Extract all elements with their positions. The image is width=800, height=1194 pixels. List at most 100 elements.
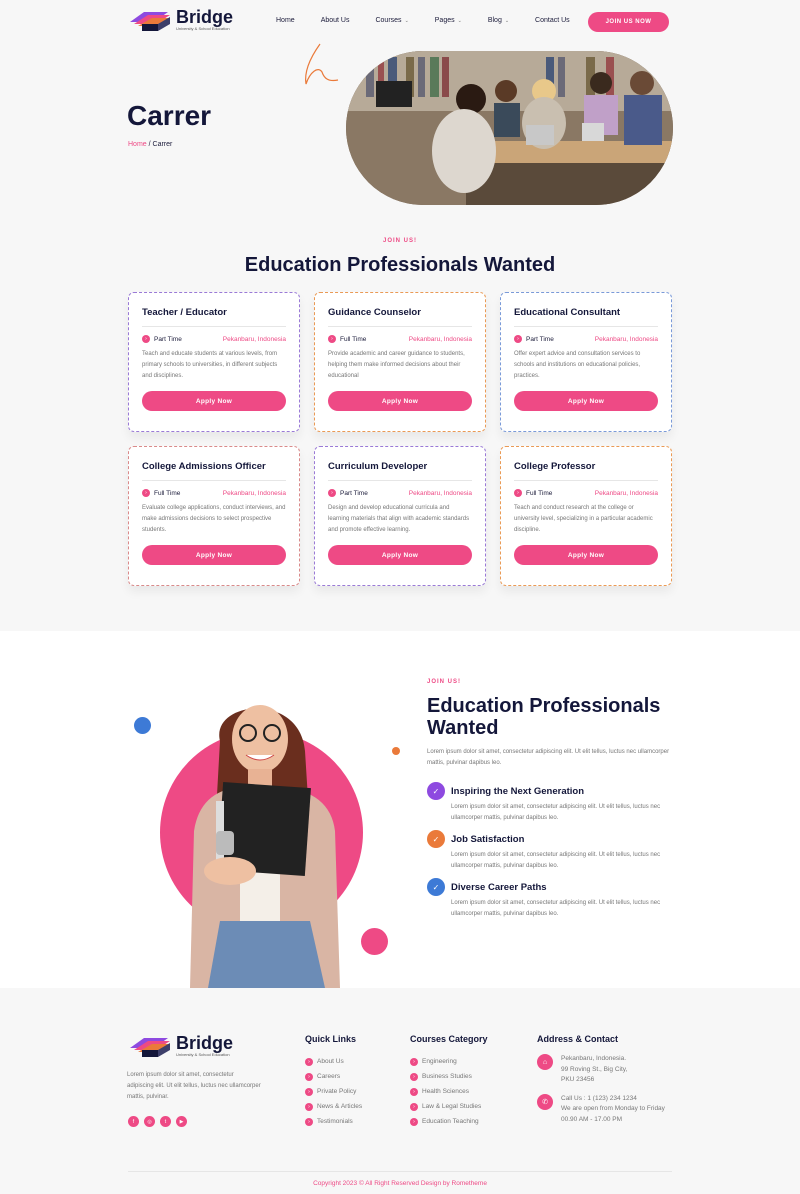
brand-tagline: University & School Education: [176, 1052, 230, 1057]
location-pin-icon: ⌂: [537, 1054, 553, 1070]
apply-now-button[interactable]: Apply Now: [142, 391, 286, 411]
feature-title: Diverse Career Paths: [451, 881, 547, 893]
apply-now-button[interactable]: Apply Now: [328, 545, 472, 565]
chevron-right-icon: ›: [305, 1117, 313, 1126]
breadcrumb: Home / Carrer: [128, 141, 172, 148]
footer-link[interactable]: › News & Articles: [305, 1099, 362, 1114]
job-location: Pekanbaru, Indonesia: [594, 489, 658, 497]
job-description: Provide academic and career guidance to …: [328, 351, 465, 379]
footer-link-label: Careers: [317, 1073, 341, 1080]
apply-now-button[interactable]: Apply Now: [514, 545, 658, 565]
chevron-right-icon: ›: [410, 1057, 418, 1066]
youtube-icon[interactable]: ▶: [176, 1116, 187, 1127]
breadcrumb-home[interactable]: Home: [128, 141, 147, 148]
footer-link[interactable]: › Testimonials: [305, 1114, 362, 1129]
footer-link[interactable]: › Law & Legal Studies: [410, 1099, 488, 1114]
squiggle-decoration-icon: [305, 43, 339, 85]
job-description: Design and develop educational curricula…: [328, 505, 470, 533]
footer-about-text: Lorem ipsum dolor sit amet, consectetur …: [127, 1072, 261, 1100]
chevron-right-icon: ›: [142, 335, 150, 343]
footer-link-label: Engineering: [422, 1058, 457, 1065]
contact-column: Address & Contact ⌂ Pekanbaru, Indonesia…: [537, 1034, 665, 1133]
apply-now-button[interactable]: Apply Now: [514, 391, 658, 411]
job-description: Offer expert advice and consultation ser…: [514, 351, 641, 379]
site-footer: Bridge University & School Education Lor…: [0, 988, 800, 1194]
about-text: Lorem ipsum dolor sit amet, consectetur …: [427, 749, 670, 766]
footer-logo[interactable]: Bridge University & School Education: [128, 1034, 233, 1058]
job-card: Teacher / Educator › Part Time Pekanbaru,…: [128, 292, 300, 432]
footer-link-label: News & Articles: [317, 1103, 363, 1110]
job-type: › Full Time: [142, 489, 180, 497]
nav-home[interactable]: Home: [276, 17, 295, 24]
instagram-icon[interactable]: ◎: [144, 1116, 155, 1127]
footer-link[interactable]: › About Us: [305, 1054, 362, 1069]
nav-contact[interactable]: Contact Us: [535, 17, 570, 24]
nav-about-label: About Us: [320, 17, 350, 24]
brand-logo[interactable]: Bridge University & School Education: [128, 8, 233, 32]
chevron-down-icon: ⌄: [457, 17, 462, 24]
check-circle-icon: ✓: [427, 878, 445, 896]
chevron-right-icon: ›: [410, 1117, 418, 1126]
chevron-down-icon: ⌄: [404, 17, 409, 24]
footer-link[interactable]: › Health Sciences: [410, 1084, 488, 1099]
apply-now-button[interactable]: Apply Now: [328, 391, 472, 411]
footer-link[interactable]: › Private Policy: [305, 1084, 362, 1099]
job-card: College Professor › Full Time Pekanbaru, …: [500, 446, 672, 586]
chevron-right-icon: ›: [328, 489, 336, 497]
feature-text: Lorem ipsum dolor sit amet, consectetur …: [451, 804, 661, 821]
brand-name: Bridge: [176, 1033, 234, 1053]
job-description: Teach and conduct research at the colleg…: [514, 505, 653, 533]
footer-link[interactable]: › Engineering: [410, 1054, 488, 1069]
brand-tagline: University & School Education: [176, 26, 230, 31]
job-title: College Admissions Officer: [142, 461, 286, 481]
job-card: Educational Consultant › Part Time Pekanb…: [500, 292, 672, 432]
chevron-down-icon: ⌄: [504, 17, 510, 24]
woman-with-folder-image: [190, 705, 340, 988]
chevron-right-icon: ›: [142, 489, 150, 497]
twitter-icon[interactable]: t: [160, 1116, 171, 1127]
job-description: Evaluate college applications, conduct i…: [142, 505, 286, 533]
facebook-icon[interactable]: f: [128, 1116, 139, 1127]
brand-name: Bridge: [176, 7, 234, 27]
main-nav: Home About Us Courses ⌄ Pages ⌄ Blog ⌄ Cont…: [276, 17, 596, 24]
job-title: Curriculum Developer: [328, 461, 472, 481]
decor-circle: [134, 717, 151, 734]
footer-divider: [128, 1171, 672, 1172]
nav-blog[interactable]: Blog ⌄: [488, 17, 509, 24]
join-us-button[interactable]: JOIN US NOW: [588, 12, 669, 32]
check-circle-icon: ✓: [427, 782, 445, 800]
hero-image-classroom: [346, 51, 673, 205]
footer-link[interactable]: › Careers: [305, 1069, 362, 1084]
logo-mark-icon: [130, 1038, 170, 1057]
decor-circle: [392, 747, 400, 755]
footer-link-label: Education Teaching: [422, 1118, 479, 1125]
job-title: Educational Consultant: [514, 307, 658, 327]
chevron-right-icon: ›: [305, 1102, 313, 1111]
courses-title: Courses Category: [410, 1034, 488, 1044]
nav-pages-label: Pages: [434, 17, 455, 24]
page-title: Carrer: [127, 100, 212, 131]
footer-link[interactable]: › Business Studies: [410, 1069, 488, 1084]
job-type: › Part Time: [142, 335, 182, 343]
feature-item: ✓ Diverse Career Paths Lorem ipsum dolor…: [427, 878, 672, 920]
job-type: › Full Time: [328, 335, 366, 343]
address-line: PKU 23456: [561, 1076, 595, 1083]
job-location: Pekanbaru, Indonesia: [222, 335, 286, 343]
nav-courses[interactable]: Courses ⌄: [375, 17, 408, 24]
address-line: 99 Roving St., Big City,: [561, 1065, 628, 1073]
job-location: Pekanbaru, Indonesia: [594, 335, 658, 343]
feature-title: Inspiring the Next Generation: [451, 785, 585, 797]
nav-courses-label: Courses: [375, 17, 402, 24]
footer-link-label: About Us: [317, 1058, 344, 1065]
footer-link[interactable]: › Education Teaching: [410, 1114, 488, 1129]
apply-now-button[interactable]: Apply Now: [142, 545, 286, 565]
chevron-right-icon: ›: [305, 1072, 313, 1081]
job-type-label: Part Time: [154, 335, 182, 343]
chevron-right-icon: ›: [410, 1072, 418, 1081]
about-eyebrow: JOIN US!: [427, 679, 462, 685]
nav-pages[interactable]: Pages ⌄: [435, 17, 462, 24]
job-location: Pekanbaru, Indonesia: [408, 489, 472, 497]
nav-about[interactable]: About Us: [321, 17, 350, 24]
job-type: › Part Time: [514, 335, 554, 343]
phone-number[interactable]: Call Us : 1 (123) 234 1234: [561, 1094, 665, 1105]
